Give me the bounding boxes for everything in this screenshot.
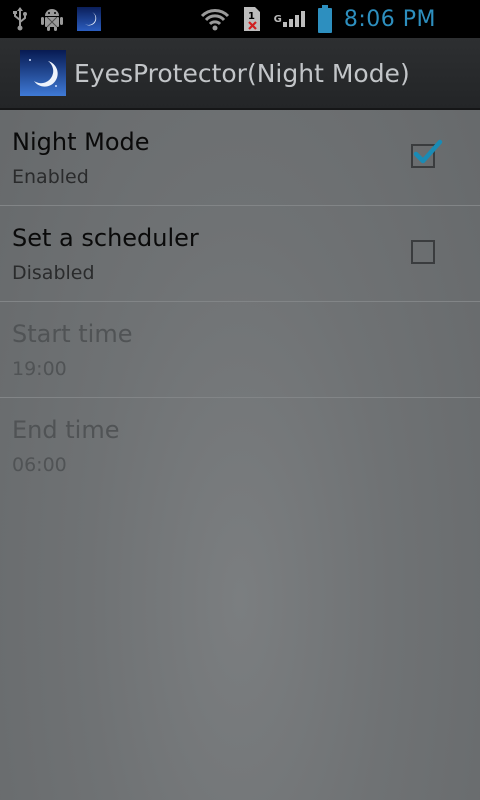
android-debug-icon — [40, 6, 64, 32]
moon-icon[interactable] — [20, 50, 66, 96]
sim-missing-icon: 1 — [242, 6, 262, 32]
pref-title: Set a scheduler — [12, 224, 199, 252]
pref-summary: Disabled — [12, 262, 95, 284]
checkmark-icon — [413, 139, 443, 164]
pref-scheduler[interactable]: Set a scheduler Disabled — [0, 206, 480, 302]
battery-icon — [317, 5, 332, 33]
pref-title: End time — [12, 416, 120, 444]
action-bar: EyesProtector(Night Mode) — [0, 38, 480, 110]
svg-text:1: 1 — [248, 11, 255, 22]
status-bar: 1 G 8:06 PM — [0, 0, 480, 38]
pref-start-time: Start time 19:00 — [0, 302, 480, 398]
signal-icon: G — [274, 11, 306, 27]
pref-summary: 19:00 — [12, 358, 67, 380]
pref-night-mode[interactable]: Night Mode Enabled — [0, 110, 480, 206]
preference-list: Night Mode Enabled Set a scheduler Disab… — [0, 110, 480, 494]
status-time: 8:06 PM — [343, 6, 436, 32]
pref-title: Start time — [12, 320, 133, 348]
pref-title: Night Mode — [12, 128, 150, 156]
wifi-icon — [200, 7, 230, 31]
night-mode-checkbox[interactable] — [411, 139, 443, 168]
network-type-label: G — [273, 13, 282, 25]
screen: 1 G 8:06 PM EyesProtector(Night Mode) Ni… — [0, 0, 480, 800]
pref-end-time: End time 06:00 — [0, 398, 480, 494]
app-title: EyesProtector(Night Mode) — [74, 58, 410, 88]
scheduler-checkbox[interactable] — [411, 240, 435, 264]
usb-icon — [12, 7, 28, 31]
pref-summary: Enabled — [12, 166, 89, 188]
pref-summary: 06:00 — [12, 454, 67, 476]
night-mode-notification-icon — [76, 6, 102, 32]
